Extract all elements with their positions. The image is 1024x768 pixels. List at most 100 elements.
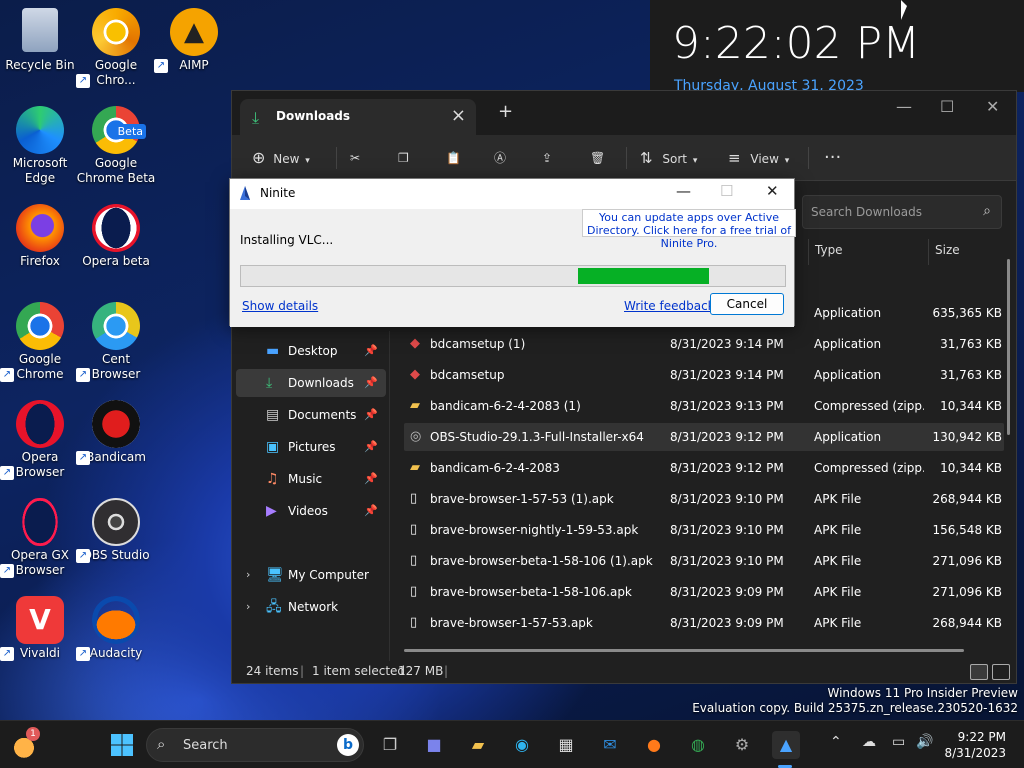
paste-icon[interactable]: 📋 [446, 145, 461, 171]
tiles-view-button[interactable] [992, 664, 1010, 680]
desktop-icon-opera[interactable]: Opera Browser ↗ [0, 400, 80, 480]
bing-icon: b [337, 734, 359, 756]
column-header-type[interactable]: Type [815, 243, 843, 263]
copy-icon[interactable]: ❐ [398, 145, 409, 171]
desktop-icon-opera-beta[interactable]: Opera beta [76, 204, 156, 269]
task-view-icon[interactable]: ❐ [376, 731, 404, 759]
desktop-icon-opera-gx[interactable]: Opera GX Browser ↗ [0, 498, 80, 578]
write-feedback-link[interactable]: Write feedback [624, 299, 715, 313]
maximize-button[interactable]: ☐ [940, 97, 954, 116]
tab-downloads[interactable]: ⤓ Downloads × [240, 99, 476, 135]
nav-item-videos[interactable]: ▶ Videos 📌 [236, 497, 386, 525]
vertical-scrollbar[interactable] [1007, 259, 1010, 435]
desktop-icon-cent-browser[interactable]: Cent Browser ↗ [76, 302, 156, 382]
minimize-button[interactable]: — [896, 97, 912, 116]
minimize-button[interactable]: — [676, 182, 691, 200]
teams-chat-icon[interactable]: ■ [420, 731, 448, 759]
start-button[interactable] [108, 731, 136, 759]
desktop-icon-edge[interactable]: Microsoft Edge [0, 106, 80, 186]
windows-logo-icon [111, 734, 133, 756]
edge-taskbar-icon[interactable]: ◉ [508, 731, 536, 759]
download-icon: ⤓ [252, 108, 260, 127]
table-row[interactable]: ▰ bandicam-6-2-4-2083 (1) 8/31/2023 9:13… [404, 392, 1004, 420]
file-date: 8/31/2023 9:13 PM [670, 399, 784, 413]
settings-gear-icon[interactable]: ⚙ [728, 731, 756, 759]
desktop-icon-vivaldi[interactable]: V Vivaldi ↗ [0, 596, 80, 661]
watermark-line: Evaluation copy. Build 25375.zn_release.… [692, 701, 1018, 715]
desktop-icon-obs[interactable]: OBS Studio ↗ [76, 498, 156, 563]
desktop-icon-label: Opera beta [82, 254, 150, 268]
close-button[interactable]: ✕ [986, 97, 999, 116]
videos-icon: ▶ [266, 503, 277, 519]
shortcut-arrow-icon: ↗ [76, 549, 90, 563]
desktop-icon-bandicam[interactable]: Bandicam ↗ [76, 400, 156, 465]
file-explorer-icon[interactable]: ▰ [464, 731, 492, 759]
taskbar-search-box[interactable]: ⌕ Search b [146, 728, 364, 762]
chrome-taskbar-icon[interactable]: ◍ [684, 731, 712, 759]
taskbar-clock[interactable]: 9:22 PM 8/31/2023 [944, 729, 1006, 761]
nav-item-documents[interactable]: ▤ Documents 📌 [236, 401, 386, 429]
delete-icon[interactable]: 🗑 [590, 145, 605, 171]
more-options-icon[interactable]: ··· [824, 145, 841, 171]
bandicam-setup-icon: ◆ [410, 367, 420, 382]
new-tab-button[interactable]: + [498, 101, 513, 122]
table-row-selected[interactable]: ◎ OBS-Studio-29.1.3-Full-Installer-x64 8… [404, 423, 1004, 451]
network-icon[interactable]: ▭ [892, 734, 905, 750]
sort-button[interactable]: ⇅ Sort ▾ [640, 145, 697, 171]
nav-item-music[interactable]: ♫ Music 📌 [236, 465, 386, 493]
file-icon: ▯ [410, 615, 418, 630]
nav-item-desktop[interactable]: ▬ Desktop 📌 [236, 337, 386, 365]
cancel-button[interactable]: Cancel [710, 293, 784, 315]
share-icon[interactable]: ⇪ [542, 145, 552, 171]
close-button[interactable]: ✕ [766, 182, 779, 200]
file-size: 635,365 KB [932, 306, 1002, 320]
computer-icon: 🖥 [266, 567, 284, 583]
table-row[interactable]: ◆ bdcamsetup 8/31/2023 9:14 PM Applicati… [404, 361, 1004, 389]
table-row[interactable]: ▯ brave-browser-1-57-53.apk 8/31/2023 9:… [404, 609, 1004, 637]
maximize-button[interactable]: ☐ [720, 182, 733, 200]
nav-item-network[interactable]: › 🖧 Network [236, 593, 386, 621]
desktop-icon-label: Audacity [89, 646, 143, 660]
show-details-link[interactable]: Show details [242, 299, 318, 313]
view-button[interactable]: ≡ View ▾ [728, 145, 789, 171]
table-row[interactable]: ▯ brave-browser-nightly-1-59-53.apk 8/31… [404, 516, 1004, 544]
file-size: 31,763 KB [940, 337, 1002, 351]
file-type: Application [814, 430, 882, 444]
table-row[interactable]: ▯ brave-browser-beta-1-58-106.apk 8/31/2… [404, 578, 1004, 606]
music-icon: ♫ [266, 471, 279, 487]
cloud-update-icon[interactable]: ☁ [862, 734, 876, 750]
toolbar-divider [336, 147, 337, 169]
nav-item-downloads[interactable]: ⤓ Downloads 📌 [236, 369, 386, 397]
cut-icon[interactable]: ✂ [350, 145, 360, 171]
table-row[interactable]: ▯ brave-browser-1-57-53 (1).apk 8/31/202… [404, 485, 1004, 513]
microsoft-store-icon[interactable]: ▦ [552, 731, 580, 759]
nav-item-pictures[interactable]: ▣ Pictures 📌 [236, 433, 386, 461]
nav-item-my-computer[interactable]: › 🖥 My Computer [236, 561, 386, 589]
chevron-up-icon[interactable]: ⌃ [830, 734, 842, 750]
firefox-taskbar-icon[interactable]: ● [640, 731, 668, 759]
desktop-icon-recycle-bin[interactable]: Recycle Bin [0, 8, 80, 73]
table-row[interactable]: ◆ bdcamsetup (1) 8/31/2023 9:14 PM Appli… [404, 330, 1004, 358]
table-row[interactable]: ▰ bandicam-6-2-4-2083 8/31/2023 9:12 PM … [404, 454, 1004, 482]
ninite-pro-promo-link[interactable]: You can update apps over Active Director… [582, 209, 796, 250]
rename-icon[interactable]: Ⓐ [494, 145, 506, 171]
details-view-button[interactable] [970, 664, 988, 680]
tab-close-icon[interactable]: × [451, 105, 466, 126]
nav-label: Network [288, 600, 339, 614]
mail-icon[interactable]: ✉ [596, 731, 624, 759]
table-row[interactable]: ▯ brave-browser-beta-1-58-106 (1).apk 8/… [404, 547, 1004, 575]
network-icon: 🖧 [266, 599, 282, 615]
new-button[interactable]: ⊕ New ▾ [252, 145, 310, 171]
search-downloads-input[interactable]: Search Downloads ⌕ [802, 195, 1002, 229]
desktop-icon-chrome-beta[interactable]: Beta Google Chrome Beta [76, 106, 156, 186]
desktop-icon-audacity[interactable]: Audacity ↗ [76, 596, 156, 661]
volume-icon[interactable]: 🔊 [916, 734, 933, 750]
column-header-size[interactable]: Size [935, 243, 960, 263]
desktop-icon-aimp[interactable]: ▲ AIMP ↗ [154, 8, 234, 73]
desktop-icon-firefox[interactable]: Firefox [0, 204, 80, 269]
ninite-taskbar-icon[interactable]: ▲ [772, 731, 800, 759]
horizontal-scrollbar[interactable] [404, 649, 964, 652]
weather-widget-icon[interactable]: 1 [10, 727, 40, 759]
desktop-icon-chrome[interactable]: Google Chrome ↗ [0, 302, 80, 382]
desktop-icon-chrome-canary[interactable]: Google Chro... ↗ [76, 8, 156, 88]
